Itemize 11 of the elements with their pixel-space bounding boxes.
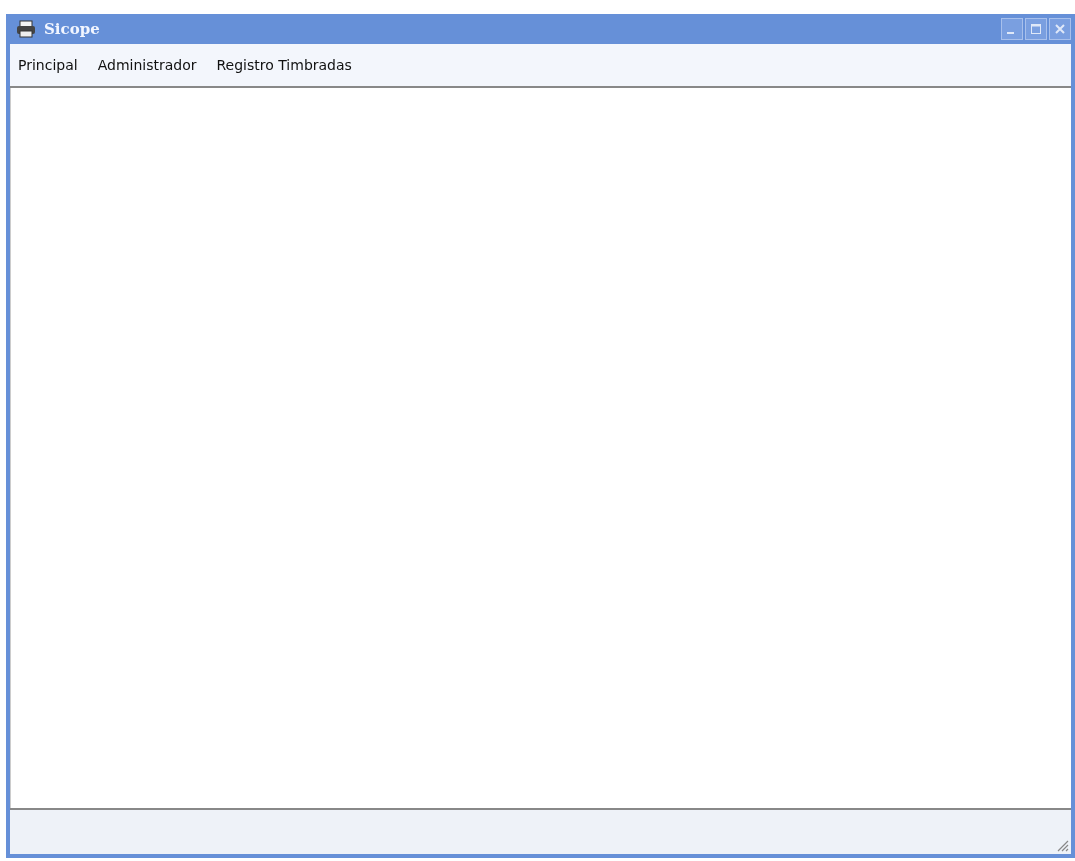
minimize-icon [1006, 32, 1014, 34]
maximize-icon [1029, 22, 1043, 36]
printer-icon [16, 20, 36, 38]
menu-item[interactable]: Administrador [97, 57, 197, 73]
maximize-button[interactable] [1025, 18, 1047, 40]
minimize-button[interactable] [1001, 18, 1023, 40]
menu-item[interactable]: Principal [18, 57, 78, 73]
close-button[interactable] [1049, 18, 1071, 40]
close-icon [1053, 22, 1067, 36]
window-title: Sicope [44, 20, 100, 38]
menu-item[interactable]: Registro Timbradas [216, 57, 352, 73]
